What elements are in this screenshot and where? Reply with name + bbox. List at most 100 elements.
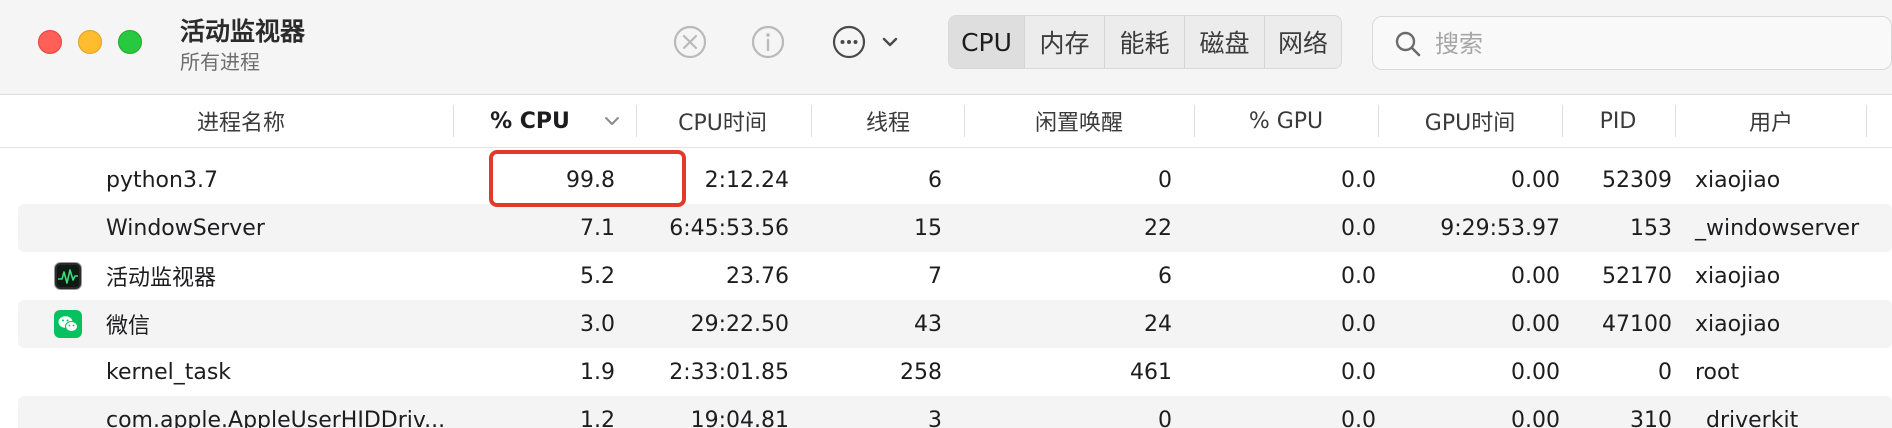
column-gpu-time[interactable]: GPU时间 [1378, 95, 1562, 147]
tab-energy[interactable]: 能耗 [1105, 16, 1185, 68]
column-process-name[interactable]: 进程名称 [90, 95, 392, 147]
table-row[interactable]: kernel_task 1.9 2:33:01.85 258 461 0.0 0… [18, 348, 1892, 396]
user: xiaojiao [1695, 311, 1781, 337]
idle-wakeups: 0 [1158, 407, 1172, 428]
process-name: kernel_task [106, 359, 232, 385]
pid: 310 [1630, 407, 1672, 428]
cpu-percent: 1.9 [580, 359, 615, 385]
more-icon [832, 25, 866, 59]
cpu-time: 29:22.50 [690, 311, 789, 337]
process-name: com.apple.AppleUserHIDDriv... [106, 407, 446, 428]
table-row[interactable]: 活动监视器 5.2 23.76 7 6 0.0 0.00 52170 xiaoj… [18, 252, 1892, 300]
pid: 52309 [1602, 167, 1672, 193]
process-name: python3.7 [106, 167, 218, 193]
gpu-percent: 0.0 [1341, 215, 1376, 241]
more-actions-button[interactable] [829, 22, 869, 62]
tab-disk[interactable]: 磁盘 [1185, 16, 1265, 68]
column-divider[interactable] [636, 105, 637, 137]
thread-count: 43 [914, 311, 942, 337]
idle-wakeups: 461 [1130, 359, 1172, 385]
cpu-percent: 7.1 [580, 215, 615, 241]
thread-count: 15 [914, 215, 942, 241]
stop-process-button[interactable] [670, 22, 710, 62]
column-cpu-time[interactable]: CPU时间 [640, 95, 805, 147]
info-icon [751, 25, 785, 59]
pid: 47100 [1602, 311, 1672, 337]
process-table: python3.7 99.8 2:12.24 6 0 0.0 0.00 5230… [0, 147, 1892, 428]
gpu-time: 0.00 [1511, 263, 1560, 289]
column-divider[interactable] [453, 105, 454, 137]
pid: 153 [1630, 215, 1672, 241]
cpu-time: 19:04.81 [690, 407, 789, 428]
process-name: 活动监视器 [106, 266, 217, 291]
pid: 52170 [1602, 263, 1672, 289]
pid: 0 [1658, 359, 1672, 385]
gpu-percent: 0.0 [1341, 167, 1376, 193]
minimize-window-button[interactable] [78, 30, 102, 54]
window-title: 活动监视器 [180, 17, 306, 46]
zoom-window-button[interactable] [118, 30, 142, 54]
cpu-percent: 3.0 [580, 311, 615, 337]
sort-descending-icon[interactable] [604, 114, 620, 128]
window-subtitle: 所有进程 [180, 50, 260, 74]
thread-count: 7 [928, 263, 942, 289]
search-input[interactable] [1433, 25, 1877, 63]
idle-wakeups: 22 [1144, 215, 1172, 241]
user: xiaojiao [1695, 167, 1781, 193]
column-pid[interactable]: PID [1562, 95, 1674, 147]
column-threads[interactable]: 线程 [812, 95, 964, 147]
search-icon [1395, 31, 1421, 57]
info-button[interactable] [748, 22, 788, 62]
more-actions-dropdown[interactable] [870, 22, 910, 62]
thread-count: 258 [900, 359, 942, 385]
cpu-percent: 5.2 [580, 263, 615, 289]
chevron-down-icon [882, 37, 898, 47]
cpu-percent: 99.8 [566, 167, 615, 193]
table-row[interactable]: python3.7 99.8 2:12.24 6 0 0.0 0.00 5230… [18, 156, 1892, 204]
table-row[interactable]: WindowServer 7.1 6:45:53.56 15 22 0.0 9:… [18, 204, 1892, 252]
gpu-percent: 0.0 [1341, 311, 1376, 337]
process-name: WindowServer [106, 215, 265, 241]
cpu-time: 2:33:01.85 [669, 359, 789, 385]
gpu-time: 9:29:53.97 [1440, 215, 1560, 241]
cpu-time: 23.76 [726, 263, 789, 289]
thread-count: 6 [928, 167, 942, 193]
process-name: 微信 [106, 314, 151, 339]
tab-memory[interactable]: 内存 [1025, 16, 1105, 68]
cpu-time: 6:45:53.56 [669, 215, 789, 241]
column-cpu-percent[interactable]: % CPU [470, 95, 590, 147]
column-user[interactable]: 用户 [1676, 95, 1866, 147]
gpu-percent: 0.0 [1341, 263, 1376, 289]
close-window-button[interactable] [38, 30, 62, 54]
gpu-percent: 0.0 [1341, 359, 1376, 385]
category-tabs: CPU 内存 能耗 磁盘 网络 [948, 15, 1342, 69]
table-row[interactable]: com.apple.AppleUserHIDDriv... 1.2 19:04.… [18, 396, 1892, 428]
gpu-time: 0.00 [1511, 311, 1560, 337]
cpu-time: 2:12.24 [704, 167, 789, 193]
column-idle-wakeups[interactable]: 闲置唤醒 [964, 95, 1194, 147]
user: root [1695, 359, 1740, 385]
search-field[interactable] [1372, 16, 1892, 70]
gpu-time: 0.00 [1511, 359, 1560, 385]
cpu-percent: 1.2 [580, 407, 615, 428]
idle-wakeups: 24 [1144, 311, 1172, 337]
toolbar: 活动监视器 所有进程 CPU 内存 能耗 磁盘 网络 搜索 [0, 0, 1892, 95]
activity-monitor-icon [54, 262, 82, 290]
tab-network[interactable]: 网络 [1265, 16, 1341, 68]
tab-cpu[interactable]: CPU [949, 16, 1025, 68]
column-header: 进程名称 % CPU CPU时间 线程 闲置唤醒 % GPU GPU时间 PID… [0, 95, 1892, 148]
gpu-percent: 0.0 [1341, 407, 1376, 428]
stop-process-icon [673, 25, 707, 59]
user: xiaojiao [1695, 263, 1781, 289]
thread-count: 3 [928, 407, 942, 428]
user: _windowserver [1695, 215, 1860, 241]
user: _driverkit [1695, 407, 1799, 428]
idle-wakeups: 6 [1158, 263, 1172, 289]
gpu-time: 0.00 [1511, 167, 1560, 193]
column-divider[interactable] [1866, 105, 1867, 137]
wechat-icon [54, 310, 82, 338]
gpu-time: 0.00 [1511, 407, 1560, 428]
table-row[interactable]: 微信 3.0 29:22.50 43 24 0.0 0.00 47100 xia… [18, 300, 1892, 348]
idle-wakeups: 0 [1158, 167, 1172, 193]
column-gpu-percent[interactable]: % GPU [1194, 95, 1378, 147]
